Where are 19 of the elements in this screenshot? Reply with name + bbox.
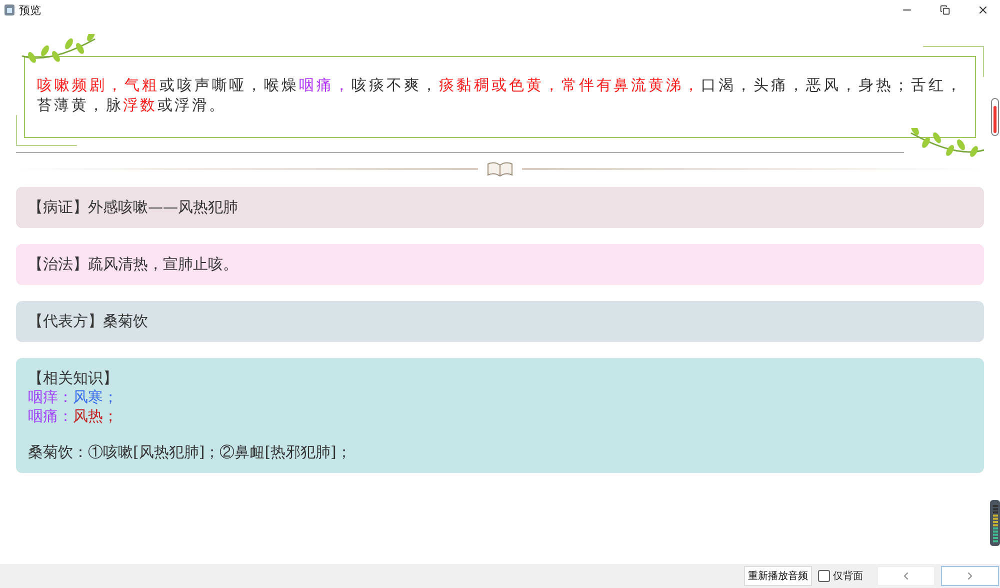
previous-button[interactable] [877,566,935,586]
close-icon [977,4,989,16]
next-button[interactable] [941,566,999,586]
window-title: 预览 [19,2,42,18]
scrollbar-thumb-icon [991,98,999,136]
restore-icon [940,5,950,15]
panel-text: 【治法】疏风清热，宣肺止咳。 [28,255,238,273]
panel-text: 【代表方】桑菊饮 [28,312,148,330]
back-only-checkbox[interactable]: 仅背面 [818,569,863,583]
panel-text: 【病证】外感咳嗽——风热犯肺 [28,198,238,216]
replay-audio-button[interactable]: 重新播放音频 [744,566,812,586]
symptom-text: 咳嗽频剧，气粗或咳声嘶哑，喉燥 咽痛，咳痰不爽，痰黏稠或色黄，常伴有鼻流黄涕，口渴，头痛，恶风，身热；舌红，苔薄黄，脉浮数或浮滑。 [37,75,963,115]
knowledge-line: 咽痒：风寒； [28,388,118,406]
panel-heading: 【相关知识】 [28,369,118,387]
level-meter-icon [990,500,1000,546]
app-icon [4,4,15,16]
knowledge-line: 桑菊饮：①咳嗽[风热犯肺]；②鼻衄[热邪犯肺]； [28,443,352,461]
knowledge-line: 咽痛：风热； [28,407,118,425]
book-icon [486,161,514,177]
